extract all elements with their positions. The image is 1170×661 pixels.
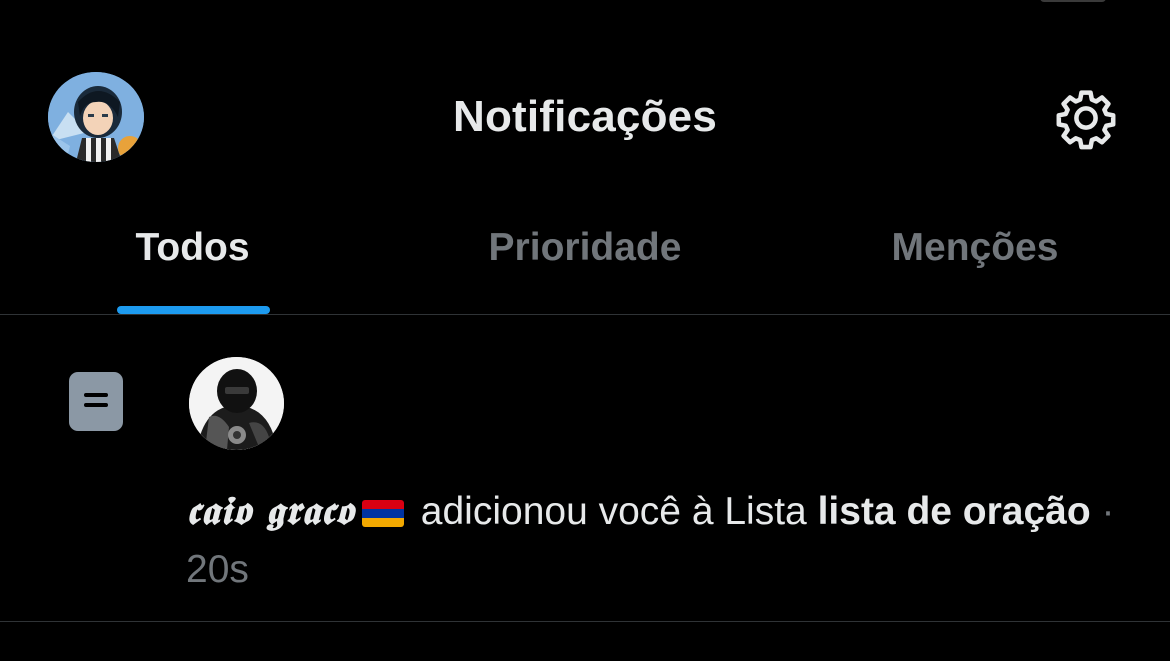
armenia-flag-icon bbox=[361, 500, 404, 527]
notification-item[interactable]: 𝖈𝖆𝖎𝖔 𝖌𝖗𝖆𝖈𝖔 adicionou você à Lista lista … bbox=[0, 315, 1170, 621]
tab-label: Prioridade bbox=[488, 226, 682, 269]
gear-icon bbox=[1056, 90, 1116, 150]
page-title: Notificações bbox=[452, 92, 718, 141]
tab-label: Menções bbox=[891, 226, 1059, 269]
tab-mencoes[interactable]: Menções bbox=[780, 206, 1170, 314]
list-name[interactable]: lista de oração bbox=[818, 490, 1091, 533]
notifications-screen: Notificações Todos Prioridade Menções 𝖈𝖆… bbox=[0, 0, 1170, 661]
tab-todos[interactable]: Todos bbox=[0, 206, 385, 314]
status-bar-indicator bbox=[1040, 0, 1106, 2]
notification-divider bbox=[0, 621, 1170, 622]
list-icon bbox=[69, 372, 123, 431]
tab-label: Todos bbox=[135, 226, 250, 269]
header: Notificações bbox=[0, 70, 1170, 166]
settings-button[interactable] bbox=[1052, 84, 1120, 152]
sender-name[interactable]: 𝖈𝖆𝖎𝖔 𝖌𝖗𝖆𝖈𝖔 bbox=[186, 488, 354, 534]
active-tab-indicator bbox=[117, 306, 270, 314]
action-text: adicionou você à Lista bbox=[409, 490, 818, 533]
tab-prioridade[interactable]: Prioridade bbox=[390, 206, 780, 314]
sender-avatar[interactable] bbox=[189, 357, 284, 450]
timestamp: 20s bbox=[186, 548, 249, 591]
tab-bar: Todos Prioridade Menções bbox=[0, 206, 1170, 314]
notification-text: 𝖈𝖆𝖎𝖔 𝖌𝖗𝖆𝖈𝖔 adicionou você à Lista lista … bbox=[186, 482, 1116, 599]
separator: · bbox=[1090, 490, 1115, 533]
